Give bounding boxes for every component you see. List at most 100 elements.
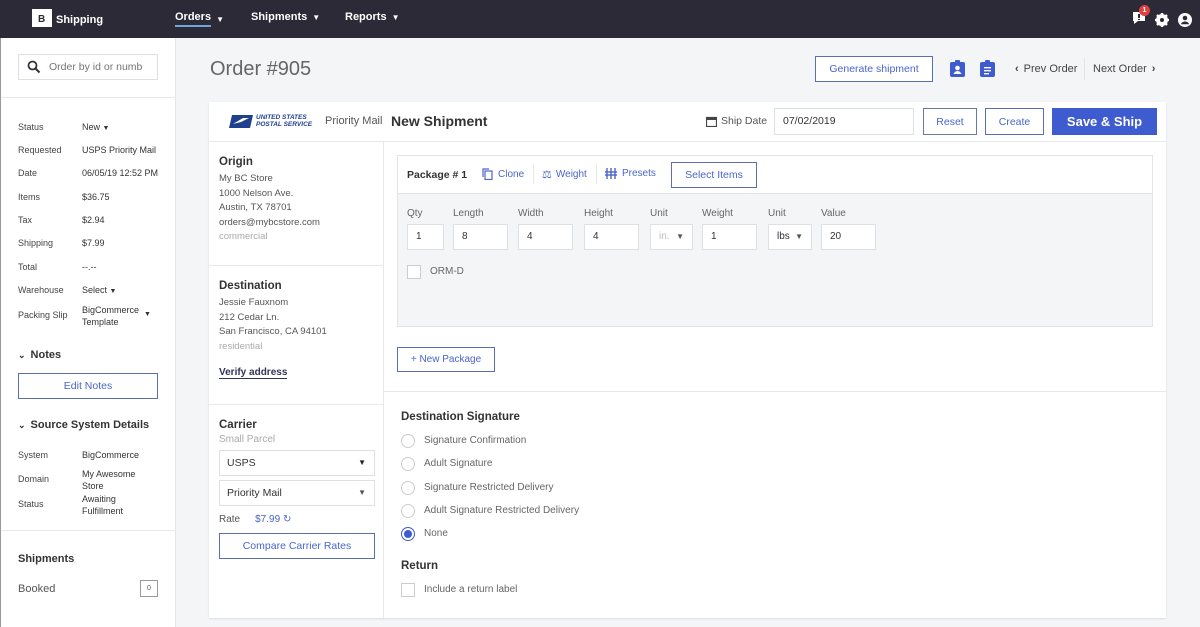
height-input[interactable]: 4 [584,224,639,250]
new-package-button[interactable]: + New Package [397,347,495,372]
weight-label: Weight [702,208,733,219]
create-button[interactable]: Create [985,108,1044,135]
chevron-down-icon: ▼ [312,12,321,22]
dimension-unit-select[interactable]: in. ▼ [650,224,693,250]
service-select[interactable]: Priority Mail ▼ [219,480,375,506]
status-dropdown[interactable]: New ▼ [82,122,109,132]
divider [209,404,384,405]
signature-option[interactable]: Adult Signature Restricted Delivery [401,504,579,518]
carrier-subtitle: Small Parcel [219,434,276,445]
packing-slip-dropdown[interactable]: BigCommerce Template ▼ [82,304,151,328]
save-and-ship-button[interactable]: Save & Ship [1052,108,1157,135]
signature-option[interactable]: Signature Restricted Delivery [401,481,554,495]
destination-signature-heading: Destination Signature [401,411,520,423]
warehouse-dropdown[interactable]: Select ▼ [82,285,116,295]
caret-down-icon: ▼ [144,311,151,318]
refresh-icon[interactable]: ↻ [283,514,291,525]
scale-icon: ⚖ [542,169,552,181]
search-icon [27,60,41,74]
copy-icon [482,168,493,180]
rate-row: Rate $7.99 ↻ [219,514,292,525]
source-system-toggle[interactable]: ⌄ Source System Details [18,419,149,431]
caret-down-icon: ▼ [676,232,684,241]
requested-row: Requested USPS Priority Mail [18,145,157,155]
address-carrier-column: Origin My BC Store 1000 Nelson Ave. Aust… [209,142,384,618]
booked-label: Booked [18,583,56,595]
origin-section: Origin My BC Store 1000 Nelson Ave. Aust… [219,156,320,242]
radio-button-selected[interactable] [401,527,415,541]
system-row: System BigCommerce [18,450,140,460]
shipping-row: Shipping $7.99 [18,238,105,248]
order-title: Order #905 [210,58,312,80]
clipboard-icon[interactable] [980,60,995,77]
divider [1084,58,1085,80]
origin-heading: Origin [219,156,253,168]
signature-option[interactable]: None [401,527,448,541]
ship-date-input[interactable]: 07/02/2019 [774,108,914,135]
checkbox[interactable] [401,583,415,597]
date-row: Date 06/05/19 12:52 PM [18,168,159,178]
edit-notes-button[interactable]: Edit Notes [18,373,158,399]
top-navbar: B Shipping Orders ▼ Shipments ▼ Reports ▼ 1 [0,0,1200,38]
nav-shipments[interactable]: Shipments ▼ [251,11,320,23]
ship-date-label: Ship Date [721,115,768,127]
qty-label: Qty [407,208,423,219]
radio-button[interactable] [401,504,415,518]
radio-button[interactable] [401,481,415,495]
package-title: Package # 1 [407,169,468,181]
logo-text: Shipping [56,14,104,26]
chevron-down-icon: ▼ [391,12,400,22]
radio-button[interactable] [401,457,415,471]
compare-carrier-rates-button[interactable]: Compare Carrier Rates [219,533,375,559]
app-logo[interactable]: B Shipping [32,9,103,27]
user-icon[interactable] [1178,12,1192,27]
presets-button[interactable]: Presets [605,168,656,179]
weight-button[interactable]: ⚖ Weight [542,168,587,181]
order-search[interactable] [18,54,158,80]
caret-down-icon: ▼ [358,488,366,497]
prev-order-link[interactable]: ‹ Prev Order [1015,63,1077,75]
weight-unit-label: Unit [768,208,786,219]
next-order-link[interactable]: Next Order › [1093,63,1155,75]
verify-address-link[interactable]: Verify address [219,367,288,379]
gear-icon[interactable] [1155,12,1169,27]
chevron-down-icon: ⌄ [18,349,26,360]
carrier-section: Carrier Small Parcel USPS ▼ Priority Mail… [219,419,375,559]
return-label-checkbox[interactable]: Include a return label [401,583,517,597]
notifications-button[interactable]: 1 [1132,5,1150,28]
calendar-icon [706,116,717,127]
clone-button[interactable]: Clone [482,168,524,180]
signature-option[interactable]: Adult Signature [401,457,492,471]
chevron-left-icon: ‹ [1015,63,1019,75]
total-row: Total --.-- [18,262,97,272]
nav-reports[interactable]: Reports ▼ [345,11,399,23]
qty-input[interactable]: 1 [407,224,444,250]
caret-down-icon: ▼ [102,125,110,132]
weight-unit-select[interactable]: lbs ▼ [768,224,812,250]
generate-shipment-button[interactable]: Generate shipment [815,56,933,82]
sliders-icon [605,168,617,179]
notes-toggle[interactable]: ⌄ Notes [18,349,61,361]
select-items-button[interactable]: Select Items [671,162,757,188]
checkbox[interactable] [407,265,421,279]
notification-badge: 1 [1139,5,1150,16]
width-input[interactable]: 4 [518,224,573,250]
divider [1,530,176,531]
length-input[interactable]: 8 [453,224,508,250]
nav-orders[interactable]: Orders ▼ [175,11,224,27]
order-search-input[interactable] [49,61,149,73]
carrier-select[interactable]: USPS ▼ [219,450,375,476]
divider [384,391,1166,392]
usps-eagle-icon [229,114,253,128]
chevron-down-icon: ⌄ [18,419,26,430]
reset-button[interactable]: Reset [923,108,977,135]
value-input[interactable]: 20 [821,224,876,250]
destination-heading: Destination [219,280,282,292]
radio-button[interactable] [401,434,415,448]
weight-input[interactable]: 1 [702,224,757,250]
signature-option[interactable]: Signature Confirmation [401,434,526,448]
dimension-unit-label: Unit [650,208,668,219]
caret-down-icon: ▼ [358,458,366,467]
contact-card-icon[interactable] [950,60,965,77]
usps-logo: UNITED STATES POSTAL SERVICE [229,114,312,128]
